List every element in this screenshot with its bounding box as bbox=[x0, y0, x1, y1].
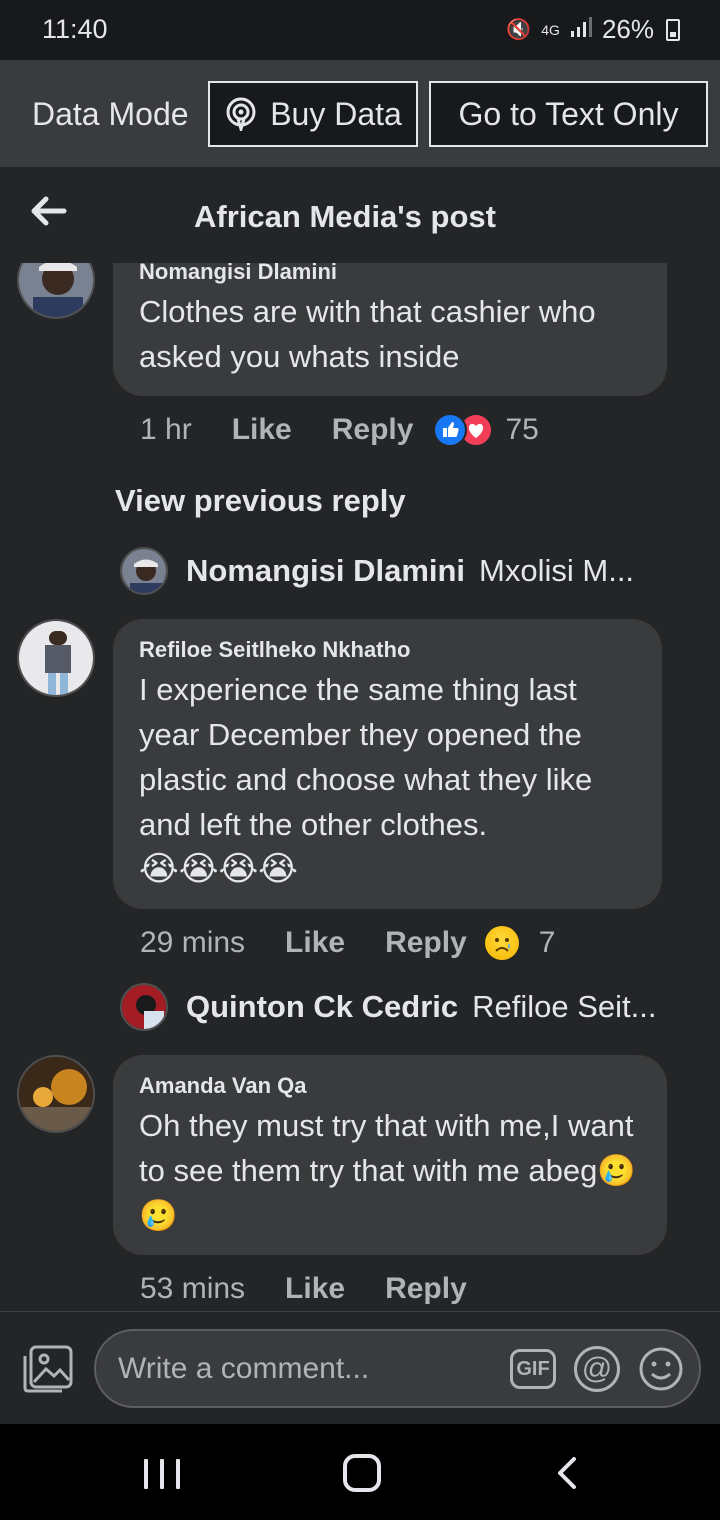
data-mode-label: Data Mode bbox=[32, 96, 189, 132]
status-indicators: 🔇 4G 26% bbox=[506, 14, 680, 45]
system-nav-bar bbox=[0, 1424, 720, 1520]
status-bar: 11:40 🔇 4G 26% bbox=[0, 0, 720, 60]
comment-time[interactable]: 29 mins bbox=[140, 926, 245, 960]
comment-text-body: Oh they must try that with me,I want to … bbox=[139, 1108, 634, 1188]
mention-icon[interactable]: @ bbox=[574, 1346, 620, 1392]
photo-icon[interactable] bbox=[22, 1344, 74, 1394]
reply-button[interactable]: Reply bbox=[385, 926, 467, 960]
reply-author: Quinton Ck Cedric bbox=[186, 989, 459, 1024]
reply-button[interactable]: Reply bbox=[385, 1272, 467, 1306]
comment-author[interactable]: Amanda Van Qa bbox=[139, 1073, 641, 1099]
comment-bubble[interactable]: Amanda Van Qa Oh they must try that with… bbox=[113, 1055, 667, 1255]
comments-feed[interactable]: Nomangisi Dlamini Clothes are with that … bbox=[0, 263, 720, 1311]
comment-actions: 29 mins Like Reply 7 bbox=[140, 926, 555, 960]
like-reaction-icon[interactable] bbox=[433, 413, 468, 447]
comment-text: Oh they must try that with me,I want to … bbox=[139, 1103, 641, 1238]
reaction-count[interactable]: 75 bbox=[505, 413, 538, 447]
back-icon[interactable] bbox=[552, 1456, 582, 1490]
reply-snippet: Refiloe Seit... bbox=[472, 989, 657, 1024]
go-to-text-only-button[interactable]: Go to Text Only bbox=[429, 81, 708, 147]
sad-reaction-icon[interactable] bbox=[484, 926, 519, 960]
broadcast-icon bbox=[226, 97, 256, 131]
buy-data-button[interactable]: Buy Data bbox=[208, 81, 418, 147]
reply-snippet: Mxolisi M... bbox=[479, 553, 635, 588]
like-button[interactable]: Like bbox=[232, 413, 292, 447]
like-button[interactable]: Like bbox=[285, 926, 345, 960]
comment-bubble[interactable]: Nomangisi Dlamini Clothes are with that … bbox=[113, 263, 667, 396]
buy-data-label: Buy Data bbox=[270, 95, 402, 132]
comment-time[interactable]: 53 mins bbox=[140, 1272, 245, 1306]
signal-icon bbox=[570, 16, 592, 43]
network-type: 4G bbox=[541, 21, 560, 38]
battery-percent: 26% bbox=[601, 14, 654, 44]
comment-text: Clothes are with that cashier who asked … bbox=[139, 294, 596, 374]
avatar[interactable] bbox=[17, 263, 95, 319]
comment-actions: 53 mins Like Reply bbox=[140, 1272, 507, 1306]
comment-bubble[interactable]: Refiloe Seitlheko Nkhatho I experience t… bbox=[113, 619, 662, 909]
avatar[interactable] bbox=[17, 619, 95, 697]
reply-button[interactable]: Reply bbox=[332, 413, 414, 447]
comment-author[interactable]: Refiloe Seitlheko Nkhatho bbox=[139, 637, 636, 663]
comment-actions: 1 hr Like Reply 75 bbox=[140, 413, 539, 447]
reply-preview[interactable]: Quinton Ck Cedric Refiloe Seit... bbox=[120, 983, 657, 1031]
home-icon[interactable] bbox=[343, 1454, 381, 1492]
reply-author: Nomangisi Dlamini bbox=[186, 553, 466, 588]
post-header: African Media's post bbox=[0, 167, 720, 263]
avatar bbox=[120, 547, 168, 595]
comment-emoji: 😭😭😭😭 bbox=[139, 850, 298, 888]
avatar[interactable] bbox=[17, 1055, 95, 1133]
like-button[interactable]: Like bbox=[285, 1272, 345, 1306]
status-time: 11:40 bbox=[42, 14, 108, 44]
data-mode-bar: Data Mode Buy Data Go to Text Only bbox=[0, 60, 720, 167]
recent-apps-icon[interactable] bbox=[144, 1459, 180, 1489]
battery-icon bbox=[666, 18, 680, 41]
reply-preview[interactable]: Nomangisi Dlamini Mxolisi M... bbox=[120, 547, 634, 595]
view-previous-reply-link[interactable]: View previous reply bbox=[115, 483, 406, 519]
reaction-count[interactable]: 7 bbox=[539, 926, 556, 960]
mute-icon: 🔇 bbox=[506, 19, 532, 41]
emoji-icon[interactable] bbox=[638, 1346, 684, 1392]
comment-time[interactable]: 1 hr bbox=[140, 413, 192, 447]
page-title: African Media's post bbox=[194, 199, 496, 234]
comment-author[interactable]: Nomangisi Dlamini bbox=[139, 263, 641, 285]
avatar bbox=[120, 983, 168, 1031]
gif-icon[interactable]: GIF bbox=[510, 1349, 556, 1389]
comment-text: I experience the same thing last year De… bbox=[139, 672, 593, 842]
